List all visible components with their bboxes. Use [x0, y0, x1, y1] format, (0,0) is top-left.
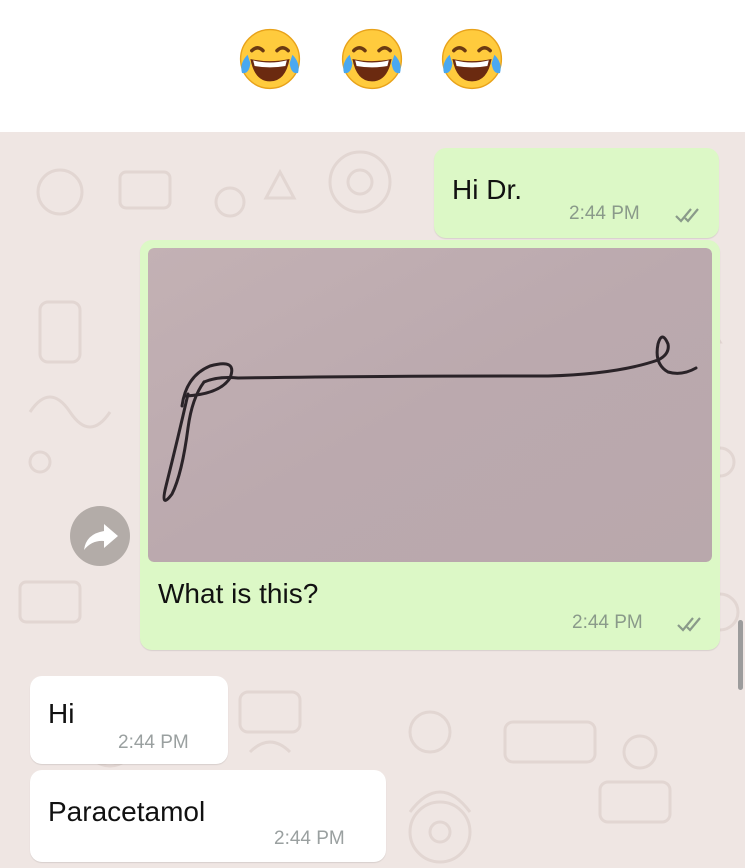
message-text: Paracetamol [48, 796, 206, 827]
message-text: Hi [48, 698, 75, 729]
double-check-icon [677, 617, 701, 632]
message-time: 2:44 PM [118, 732, 189, 753]
message-time: 2:44 PM [569, 203, 640, 224]
chat-panel[interactable]: Hi Dr. 2:44 PM What is this? 2:44 PM Hi … [0, 132, 745, 868]
message-bubble-image[interactable]: What is this? 2:44 PM [140, 240, 720, 650]
message-time: 2:44 PM [274, 828, 345, 849]
laughing-emoji-icon [239, 28, 301, 90]
message-text: Hi Dr. [452, 174, 522, 205]
laughing-emoji-icon [341, 28, 403, 90]
header-emoji-strip [0, 0, 745, 132]
double-check-icon [675, 208, 699, 223]
forward-button[interactable] [70, 506, 130, 566]
signature-image[interactable] [148, 248, 712, 562]
message-bubble-outgoing[interactable]: Hi Dr. 2:44 PM [434, 148, 719, 238]
message-bubble-incoming[interactable]: Hi 2:44 PM [30, 676, 228, 764]
image-caption: What is this? [158, 578, 319, 609]
laughing-emoji-icon [441, 28, 503, 90]
message-time: 2:44 PM [572, 612, 643, 633]
forward-arrow-icon [84, 524, 118, 550]
scrollbar[interactable] [738, 620, 743, 690]
message-bubble-incoming[interactable]: Paracetamol 2:44 PM [30, 770, 386, 862]
